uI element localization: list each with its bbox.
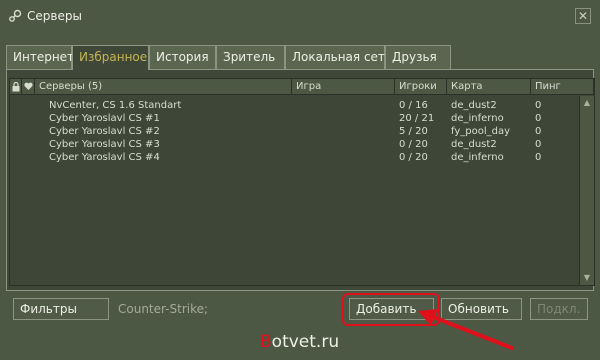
connect-button[interactable]: Подкл. <box>530 298 588 320</box>
column-players[interactable]: Игроки <box>395 79 447 95</box>
server-ping: 0 <box>535 152 542 163</box>
lock-icon <box>12 81 20 92</box>
table-row[interactable]: Cyber Yaroslavl CS #1 20 / 21 de_inferno… <box>10 112 580 125</box>
tab-label: Зритель <box>223 50 276 64</box>
column-label: Серверы (5) <box>39 81 103 92</box>
table-row[interactable]: Cyber Yaroslavl CS #4 0 / 20 de_inferno … <box>10 151 580 164</box>
table-row[interactable]: Cyber Yaroslavl CS #2 5 / 20 fy_pool_day… <box>10 125 580 138</box>
heart-icon <box>24 82 33 90</box>
tab-label: Избранное <box>79 50 148 64</box>
tab-lan[interactable]: Локальная сеть <box>285 45 392 69</box>
button-label: Фильтры <box>20 302 77 316</box>
server-map: fy_pool_day <box>451 126 511 137</box>
column-label: Игра <box>296 81 322 92</box>
tab-friends[interactable]: Друзья <box>385 45 451 69</box>
server-players: 0 / 16 <box>399 100 428 111</box>
server-ping: 0 <box>535 100 542 111</box>
watermark: Botvet.ru <box>260 332 339 352</box>
filter-summary: Counter-Strike; <box>118 302 209 316</box>
server-map: de_dust2 <box>451 100 497 111</box>
tab-internet[interactable]: Интернет <box>6 45 75 69</box>
filters-button[interactable]: Фильтры <box>13 298 109 320</box>
watermark-text: otvet.ru <box>271 332 340 352</box>
title-bar: Серверы ✕ <box>0 0 600 34</box>
server-map: de_inferno <box>451 152 504 163</box>
button-label: Подкл. <box>537 302 581 316</box>
arrow-icon <box>418 309 514 350</box>
column-lock[interactable] <box>10 79 22 95</box>
table-row[interactable]: NvCenter, CS 1.6 Standart 0 / 16 de_dust… <box>10 99 580 112</box>
server-players: 5 / 20 <box>399 126 428 137</box>
server-players: 20 / 21 <box>399 113 435 124</box>
table-row[interactable]: Cyber Yaroslavl CS #3 0 / 20 de_dust2 0 <box>10 138 580 151</box>
server-players: 0 / 20 <box>399 139 428 150</box>
server-ping: 0 <box>535 113 542 124</box>
server-name: NvCenter, CS 1.6 Standart <box>49 100 182 111</box>
column-label: Игроки <box>399 81 437 92</box>
tab-label: Локальная сеть <box>292 50 392 64</box>
server-map: de_dust2 <box>451 139 497 150</box>
server-name: Cyber Yaroslavl CS #1 <box>49 113 160 124</box>
tab-favorites[interactable]: Избранное <box>72 45 149 70</box>
server-ping: 0 <box>535 126 542 137</box>
column-label: Пинг <box>535 81 561 92</box>
column-label: Карта <box>451 81 483 92</box>
column-favorite[interactable] <box>22 79 35 95</box>
column-map[interactable]: Карта <box>447 79 531 95</box>
column-servers[interactable]: Серверы (5) <box>35 79 292 95</box>
scroll-down-icon[interactable]: ▼ <box>581 272 593 284</box>
server-name: Cyber Yaroslavl CS #2 <box>49 126 160 137</box>
tab-history[interactable]: История <box>149 45 216 69</box>
servers-window: Серверы ✕ Интернет Избранное История Зри… <box>0 0 600 360</box>
column-game[interactable]: Игра <box>292 79 395 95</box>
server-name: Cyber Yaroslavl CS #4 <box>49 152 160 163</box>
tab-label: Друзья <box>392 50 437 64</box>
close-icon: ✕ <box>577 9 589 23</box>
server-ping: 0 <box>535 139 542 150</box>
table-header: Серверы (5) Игра Игроки Карта Пинг <box>10 79 594 95</box>
server-list: Серверы (5) Игра Игроки Карта Пинг NvCen… <box>9 78 595 286</box>
window-title: Серверы <box>27 9 82 23</box>
tab-panel: Серверы (5) Игра Игроки Карта Пинг NvCen… <box>6 69 595 291</box>
steam-icon <box>9 9 22 22</box>
close-button[interactable]: ✕ <box>575 8 591 24</box>
scroll-up-icon[interactable]: ▲ <box>581 97 593 109</box>
tab-label: Интернет <box>13 50 75 64</box>
watermark-prefix: B <box>260 332 272 352</box>
vertical-scrollbar[interactable]: ▲ ▼ <box>579 96 594 285</box>
tab-spectator[interactable]: Зритель <box>216 45 285 69</box>
column-ping[interactable]: Пинг <box>531 79 594 95</box>
server-name: Cyber Yaroslavl CS #3 <box>49 139 160 150</box>
server-players: 0 / 20 <box>399 152 428 163</box>
tab-label: История <box>156 50 209 64</box>
server-map: de_inferno <box>451 113 504 124</box>
